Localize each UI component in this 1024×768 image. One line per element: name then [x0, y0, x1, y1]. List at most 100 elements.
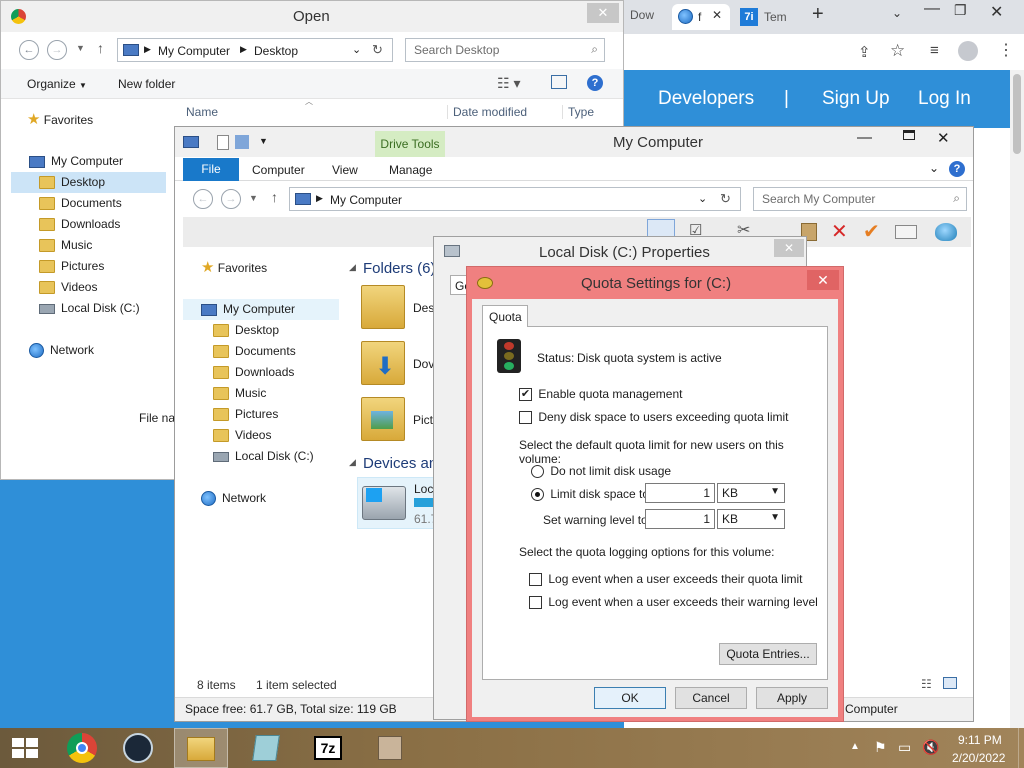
new-folder-icon[interactable] — [235, 135, 249, 149]
banner-link-signup[interactable]: Sign Up — [822, 88, 890, 110]
tray-chevron-icon[interactable]: ▲ — [850, 741, 860, 752]
limit-radio[interactable]: Limit disk space to — [531, 487, 649, 502]
organize-button[interactable]: Organize ▼ — [27, 77, 87, 91]
address-dropdown-icon[interactable]: ⌄ — [698, 192, 707, 205]
browser-tab-2[interactable]: f ✕ — [672, 4, 730, 30]
tab-computer[interactable]: Computer — [252, 163, 305, 177]
browser-tab-1[interactable]: Dow — [630, 8, 664, 28]
properties-icon[interactable] — [217, 135, 229, 150]
col-header-type[interactable]: Type — [562, 105, 594, 119]
deny-space-box[interactable] — [519, 411, 532, 425]
col-header-date[interactable]: Date modified — [447, 105, 527, 119]
refresh-icon[interactable]: ↻ — [720, 191, 731, 207]
help-icon[interactable]: ? — [949, 161, 965, 177]
enable-quota-box[interactable]: ✔ — [519, 388, 532, 402]
log-limit-box[interactable] — [529, 573, 542, 587]
limit-radio-circle[interactable] — [531, 488, 544, 502]
folder-item-desktop[interactable]: Des — [361, 285, 441, 335]
view-options-icon[interactable]: ☷ ▾ — [497, 75, 520, 92]
cancel-button[interactable]: Cancel — [675, 687, 747, 709]
quota-entries-button[interactable]: Quota Entries... — [719, 643, 817, 665]
tab-close-icon[interactable]: ✕ — [712, 8, 722, 22]
show-desktop-button[interactable] — [1018, 728, 1024, 768]
warning-unit-select[interactable]: KB ▼ — [717, 509, 785, 529]
delete-icon[interactable]: ✕ — [831, 219, 848, 244]
network-status-icon[interactable]: ▭ — [898, 739, 911, 756]
open-close-button[interactable]: ✕ — [587, 3, 619, 23]
nav-documents[interactable]: Documents — [213, 341, 296, 362]
nav-pictures[interactable]: Pictures — [213, 404, 278, 425]
taskbar-7zip[interactable]: 7z — [302, 728, 356, 768]
nav-favorites[interactable]: ★ Favorites — [27, 109, 93, 130]
devices-section-chevron-icon[interactable]: ◢ — [349, 457, 356, 468]
taskbar-app[interactable] — [364, 728, 418, 768]
explorer-maximize-icon[interactable] — [903, 130, 915, 140]
new-folder-button[interactable]: New folder — [118, 77, 175, 91]
nav-pictures[interactable]: Pictures — [39, 256, 104, 277]
back-button[interactable]: ← — [193, 189, 213, 209]
nav-my-computer[interactable]: My Computer — [183, 299, 339, 320]
window-minimize-icon[interactable]: — — [924, 0, 940, 18]
quota-tab[interactable]: Quota — [482, 305, 528, 327]
up-arrow-icon[interactable]: ↑ — [97, 40, 104, 56]
ribbon-expand-chevron-icon[interactable]: ⌄ — [929, 161, 939, 175]
nav-music[interactable]: Music — [39, 235, 92, 256]
ok-button[interactable]: OK — [594, 687, 666, 709]
breadcrumb-my-computer[interactable]: My Computer — [158, 44, 230, 58]
clock-time[interactable]: 9:11 PM — [958, 733, 1002, 747]
banner-link-login[interactable]: Log In — [918, 88, 971, 110]
forward-button[interactable]: → — [221, 189, 241, 209]
window-restore-icon[interactable]: ❐ — [954, 2, 967, 19]
open-address-bar[interactable]: ▶ My Computer ▶ Desktop ⌄ ↻ — [117, 38, 393, 62]
tiles-view-icon[interactable] — [943, 677, 957, 689]
explorer-address-bar[interactable]: ▶ My Computer ⌄ ↻ — [289, 187, 741, 211]
details-view-icon[interactable]: ☷ — [921, 677, 932, 691]
breadcrumb-my-computer[interactable]: My Computer — [330, 193, 402, 207]
profile-avatar-icon[interactable] — [958, 41, 978, 61]
menu-kebab-icon[interactable]: ⋮ — [998, 40, 1014, 60]
nav-documents[interactable]: Documents — [39, 193, 122, 214]
explorer-minimize-icon[interactable]: — — [857, 129, 872, 146]
folder-item-pictures[interactable]: Pict — [361, 397, 441, 447]
checkmark-icon[interactable]: ✔ — [863, 219, 880, 244]
nav-desktop[interactable]: Desktop — [11, 172, 166, 193]
folders-section-chevron-icon[interactable]: ◢ — [349, 262, 356, 273]
window-close-icon[interactable]: ✕ — [990, 2, 1003, 22]
tab-list-chevron-icon[interactable]: ⌄ — [892, 6, 902, 20]
quota-close-button[interactable]: ✕ — [807, 270, 839, 290]
apply-button[interactable]: Apply — [756, 687, 828, 709]
action-center-flag-icon[interactable]: ⚑ — [874, 739, 887, 756]
nav-videos[interactable]: Videos — [213, 425, 271, 446]
col-header-name[interactable]: Name — [186, 105, 218, 119]
deny-space-checkbox[interactable]: Deny disk space to users exceeding quota… — [519, 410, 788, 425]
no-limit-radio-circle[interactable] — [531, 465, 544, 479]
limit-unit-select[interactable]: KB ▼ — [717, 483, 785, 503]
recent-locations-chevron-icon[interactable]: ▼ — [76, 43, 85, 53]
nav-network[interactable]: Network — [201, 488, 266, 509]
browser-scrollbar[interactable] — [1010, 70, 1024, 728]
help-icon[interactable]: ? — [587, 75, 603, 91]
taskbar-steam[interactable] — [112, 728, 166, 768]
nav-my-computer[interactable]: My Computer — [29, 151, 123, 172]
up-arrow-icon[interactable]: ↑ — [271, 189, 278, 205]
recent-locations-chevron-icon[interactable]: ▼ — [249, 193, 258, 203]
log-warning-checkbox[interactable]: Log event when a user exceeds their warn… — [529, 595, 818, 610]
no-limit-radio[interactable]: Do not limit disk usage — [531, 464, 671, 479]
open-search-input[interactable]: Search Desktop ⌕ — [405, 38, 605, 62]
back-button[interactable]: ← — [19, 40, 39, 60]
nav-videos[interactable]: Videos — [39, 277, 97, 298]
forward-button[interactable]: → — [47, 40, 67, 60]
nav-music[interactable]: Music — [213, 383, 266, 404]
nav-local-disk[interactable]: Local Disk (C:) — [213, 446, 314, 467]
bookmark-star-icon[interactable]: ☆ — [890, 41, 905, 61]
tab-manage[interactable]: Manage — [389, 163, 432, 177]
browser-tab-3[interactable]: 7i Tem — [736, 6, 796, 28]
nav-downloads[interactable]: Downloads — [213, 362, 294, 383]
warning-value-input[interactable]: 1 — [645, 509, 715, 529]
log-warning-box[interactable] — [529, 596, 542, 610]
scrollbar-thumb[interactable] — [1013, 74, 1021, 154]
new-tab-icon[interactable]: + — [812, 3, 824, 26]
nav-network[interactable]: Network — [29, 340, 94, 361]
rename-icon[interactable] — [895, 225, 917, 239]
taskbar-notepad[interactable] — [240, 728, 294, 768]
